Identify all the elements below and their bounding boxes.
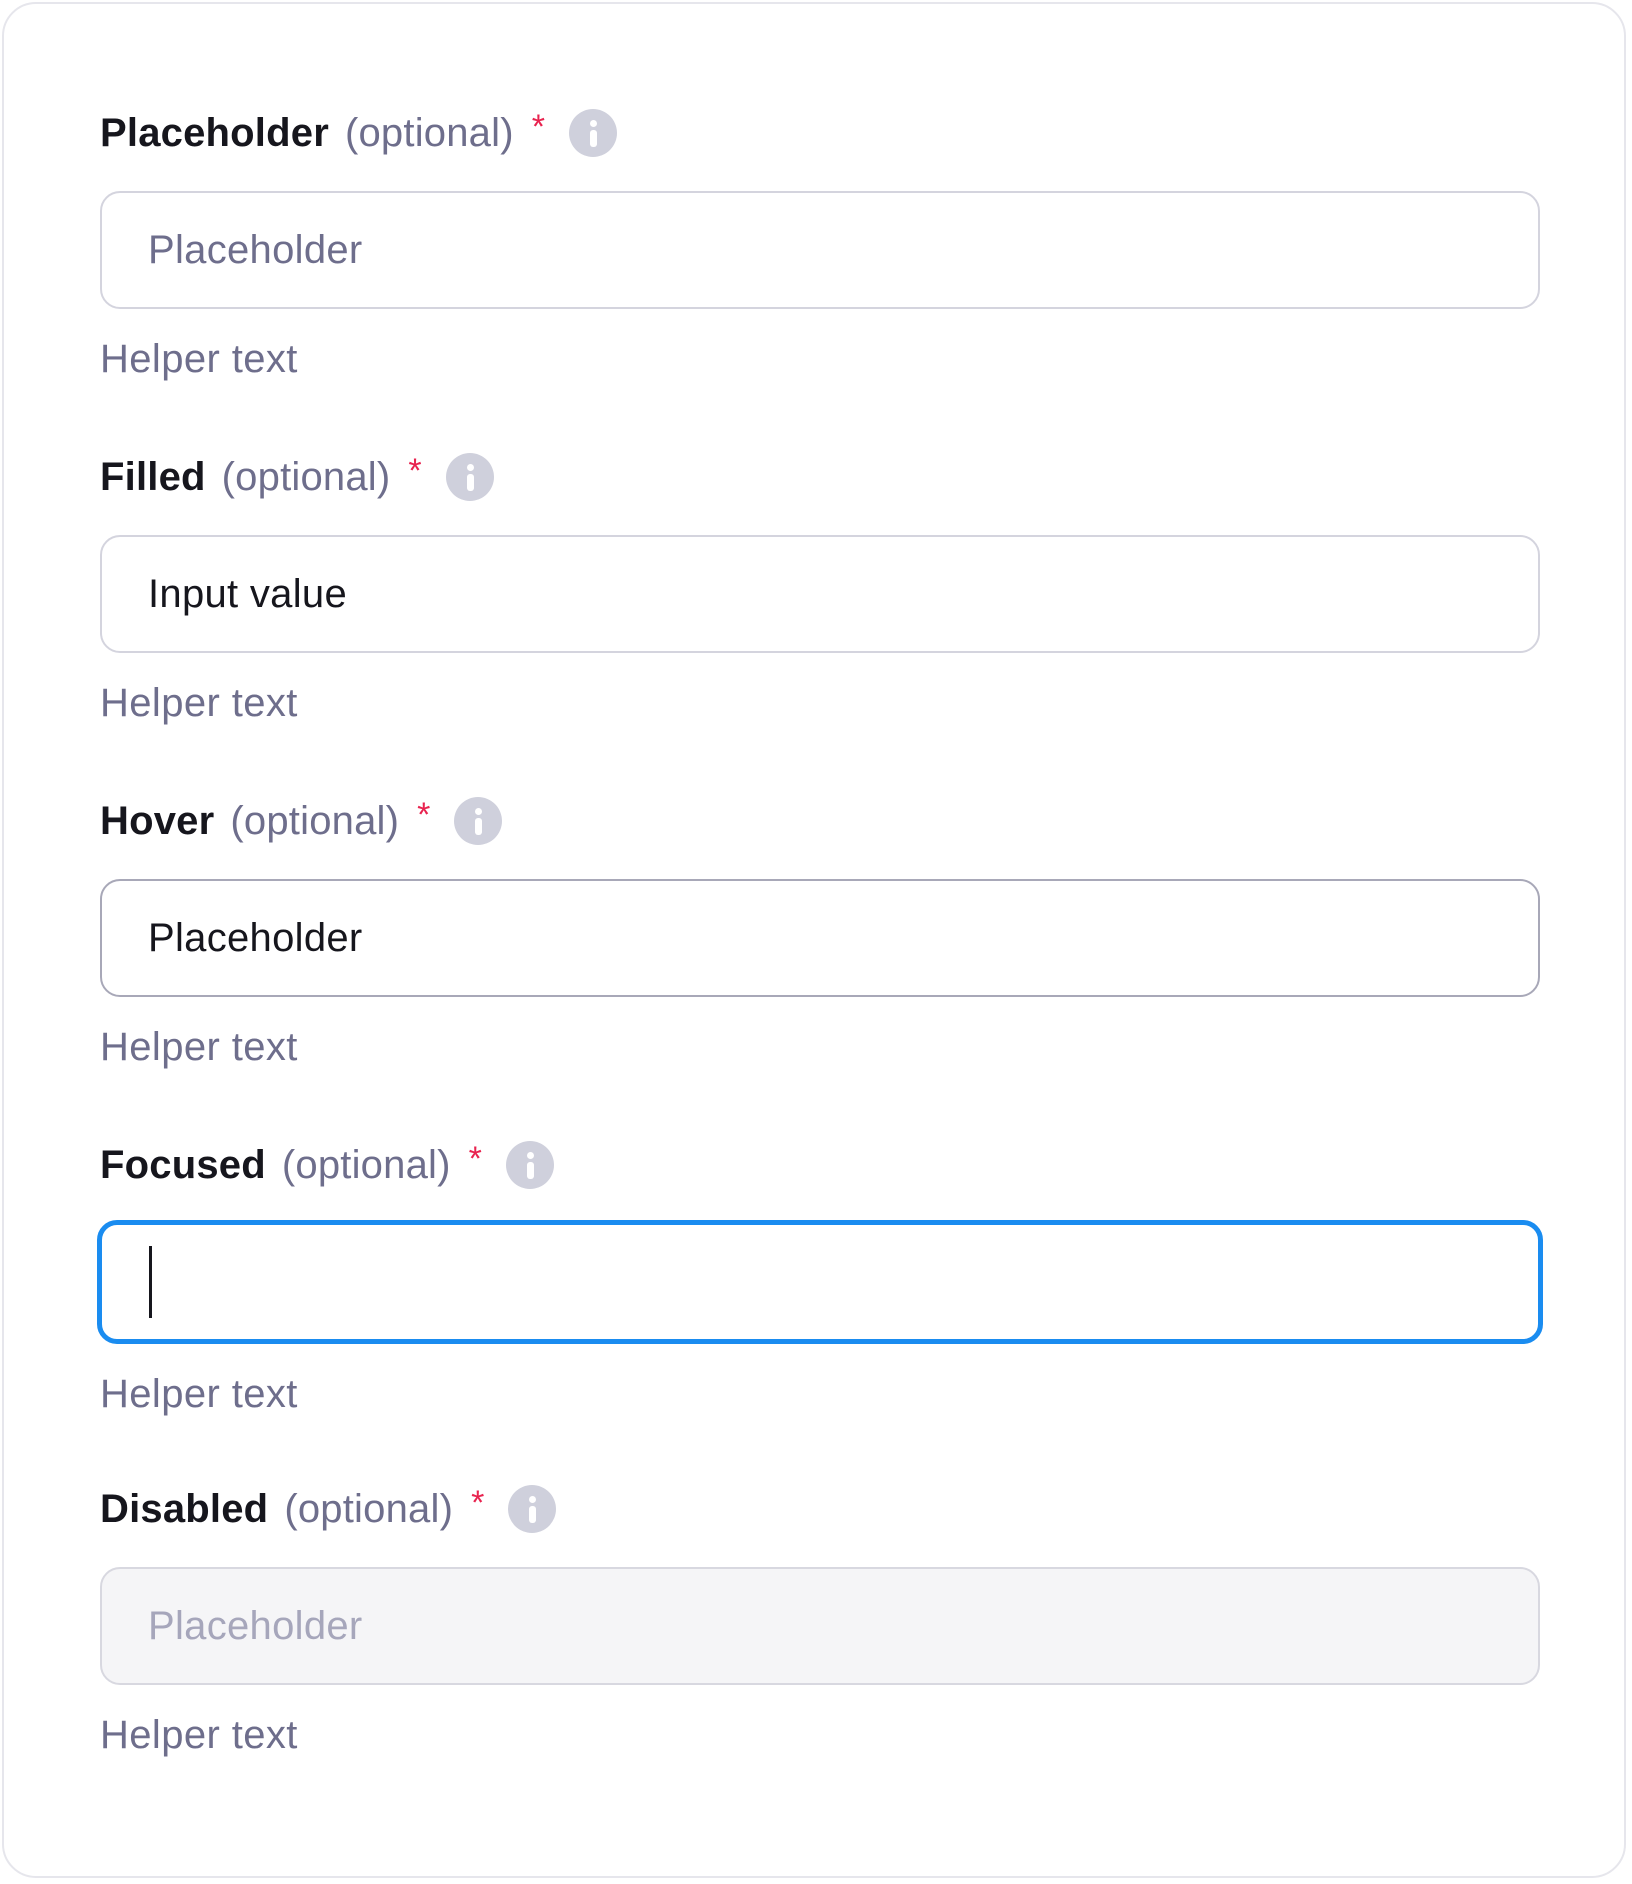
info-icon[interactable] (505, 1141, 554, 1189)
field-label-row: Filled (optional) * (100, 442, 1540, 512)
info-icon[interactable] (508, 1485, 557, 1533)
optional-tag: (optional) (284, 1486, 454, 1531)
field-label-row: Hover (optional) * (100, 786, 1540, 856)
field-disabled: Disabled (optional) * Placeholder Helper… (100, 1474, 1540, 1758)
field-label: Placeholder (100, 110, 329, 155)
input-value-text: Placeholder (148, 915, 363, 960)
helper-text: Helper text (100, 681, 298, 725)
info-icon[interactable] (454, 797, 503, 845)
form-card: Placeholder (optional) * Placeholder Hel… (2, 2, 1626, 1878)
optional-tag: (optional) (281, 1142, 451, 1187)
focused-input[interactable] (97, 1220, 1543, 1344)
placeholder-input[interactable]: Placeholder (100, 191, 1540, 309)
optional-tag: (optional) (221, 454, 391, 499)
optional-tag: (optional) (230, 798, 400, 843)
optional-tag: (optional) (344, 110, 514, 155)
field-focused: Focused (optional) * Helper text (97, 1130, 1543, 1417)
disabled-input: Placeholder (100, 1567, 1540, 1685)
field-label: Hover (100, 798, 215, 843)
helper-text: Helper text (100, 1372, 298, 1416)
helper-text: Helper text (100, 337, 298, 381)
info-icon[interactable] (445, 453, 494, 501)
field-hover: Hover (optional) * Placeholder Helper te… (100, 786, 1540, 1070)
input-value-text: Input value (148, 571, 348, 616)
required-asterisk: * (471, 1483, 485, 1522)
input-placeholder-text: Placeholder (148, 227, 363, 272)
filled-input[interactable]: Input value (100, 535, 1540, 653)
field-label-row: Placeholder (optional) * (100, 98, 1540, 168)
field-filled: Filled (optional) * Input value Helper t… (100, 442, 1540, 726)
field-label: Filled (100, 454, 206, 499)
field-placeholder: Placeholder (optional) * Placeholder Hel… (100, 98, 1540, 382)
helper-text: Helper text (100, 1025, 298, 1069)
required-asterisk: * (468, 1139, 482, 1178)
required-asterisk: * (408, 451, 422, 490)
field-label-row: Focused (optional) * (100, 1130, 1540, 1200)
field-label-row: Disabled (optional) * (100, 1474, 1540, 1544)
text-caret (149, 1246, 152, 1318)
field-label: Disabled (100, 1486, 269, 1531)
required-asterisk: * (417, 795, 431, 834)
input-placeholder-text: Placeholder (148, 1603, 363, 1648)
required-asterisk: * (531, 107, 545, 146)
field-label: Focused (100, 1142, 266, 1187)
hover-input[interactable]: Placeholder (100, 879, 1540, 997)
info-icon[interactable] (568, 109, 617, 157)
helper-text: Helper text (100, 1713, 298, 1757)
